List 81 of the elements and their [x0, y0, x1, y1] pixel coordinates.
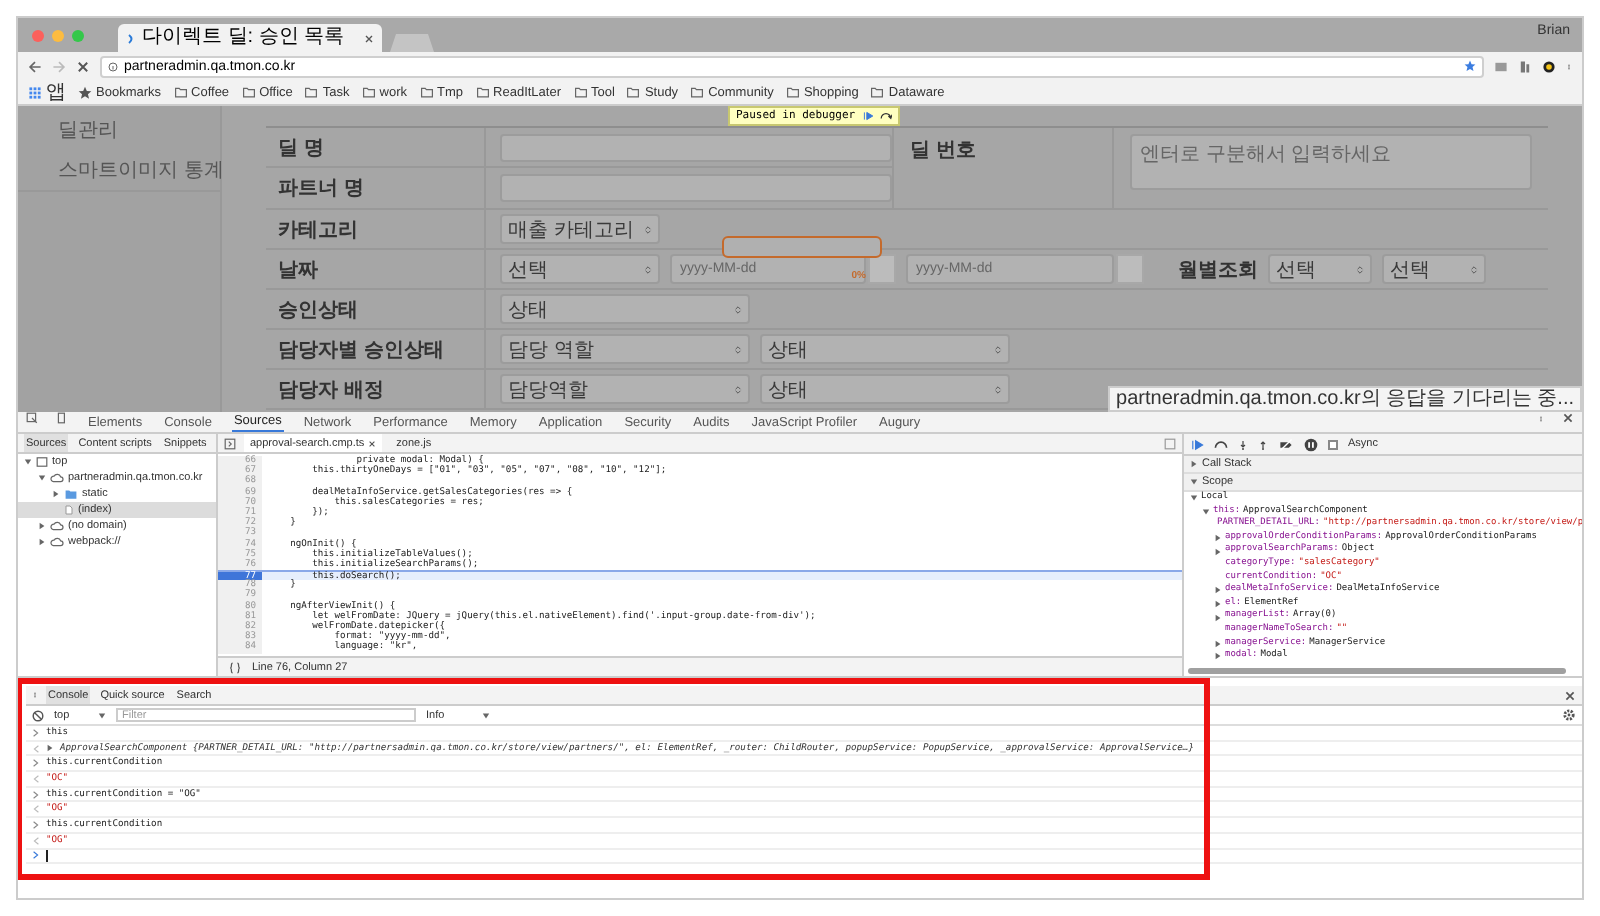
scrollbar[interactable]: [1188, 668, 1566, 674]
resume-icon[interactable]: [861, 110, 874, 122]
result-chevron-icon: [32, 804, 40, 815]
field-label: 월별조회: [1178, 257, 1258, 283]
pause-exceptions-icon[interactable]: [1304, 437, 1318, 451]
cloud-icon: [50, 472, 64, 484]
folder-icon: [361, 86, 376, 98]
input-chevron-icon: [32, 789, 40, 800]
result-chevron-icon: [32, 773, 40, 784]
input-chevron-icon: [32, 758, 40, 769]
file-icon: [64, 504, 74, 516]
select-field[interactable]: 상태: [760, 334, 1010, 364]
field-label: 딜 번호: [894, 128, 1114, 208]
select-field[interactable]: 선택: [500, 254, 660, 284]
select-field[interactable]: 매출 카테고리: [500, 214, 660, 244]
folder-icon: [690, 86, 705, 98]
folder-icon: [241, 86, 256, 98]
expand-triangle-icon[interactable]: [52, 490, 60, 498]
close-icon[interactable]: [76, 59, 90, 73]
async-checkbox[interactable]: [1328, 439, 1338, 449]
close-icon[interactable]: [1564, 689, 1576, 701]
select-field[interactable]: 선택: [1382, 254, 1486, 284]
step-into-icon[interactable]: [1238, 437, 1248, 451]
collapse-triangle-icon: [98, 711, 106, 719]
folder-icon: [173, 86, 188, 98]
settings-icon[interactable]: [1562, 708, 1576, 722]
status-tooltip: partneradmin.qa.tmon.co.kr의 응답을 기다리는 중...: [1108, 386, 1582, 412]
info-icon: [108, 61, 118, 71]
expand-triangle-icon: [1190, 460, 1198, 468]
collapse-triangle-icon: [482, 711, 490, 719]
folder-icon: [419, 86, 434, 98]
star-icon: [78, 85, 92, 99]
field-label: 파트너 명: [266, 168, 486, 208]
input-chevron-icon: [32, 727, 40, 738]
field-label: 승인상태: [266, 290, 486, 328]
frame-icon: [36, 456, 48, 468]
clear-console-icon[interactable]: [32, 709, 44, 721]
field-label: 담당자 배정: [266, 370, 486, 408]
input-chevron-icon: [32, 850, 40, 861]
folder-icon: [626, 86, 641, 98]
apps-grid-icon: [28, 85, 42, 99]
result-chevron-icon: [32, 743, 40, 754]
inspect-icon[interactable]: [26, 412, 38, 424]
select-field[interactable]: 상태: [500, 294, 750, 324]
close-icon[interactable]: [368, 439, 377, 447]
field-label: 딜 명: [266, 128, 486, 166]
panel-toggle-icon[interactable]: [1164, 437, 1176, 449]
select-field[interactable]: 상태: [760, 374, 1010, 404]
input-chevron-icon: [32, 819, 40, 830]
resume-icon[interactable]: [1190, 437, 1204, 451]
field-label: 날짜: [266, 250, 486, 288]
field-label: 담당자별 승인상태: [266, 330, 486, 368]
device-icon[interactable]: [56, 412, 68, 424]
folder-icon: [573, 86, 587, 98]
select-field[interactable]: 담당역할: [500, 374, 750, 404]
bookmark-star-icon[interactable]: [1464, 60, 1476, 72]
browser-tab[interactable]: 다이렉트 딜: 승인 목록: [118, 24, 382, 52]
folder-icon: [304, 86, 319, 98]
expand-triangle-icon[interactable]: [46, 744, 54, 753]
extension-icon[interactable]: [1542, 59, 1556, 73]
select-field[interactable]: 담당 역할: [500, 334, 750, 364]
tab-favicon-icon: [126, 31, 136, 45]
close-icon[interactable]: [364, 33, 374, 43]
text-field[interactable]: [500, 133, 892, 161]
sidebar-toggle-icon[interactable]: [224, 437, 236, 449]
folder-icon: [475, 86, 490, 98]
select-field[interactable]: 선택: [1268, 254, 1372, 284]
step-over-icon[interactable]: [1214, 437, 1228, 451]
folder-icon: [870, 86, 885, 98]
field-label: 카테고리: [266, 210, 486, 248]
step-out-icon[interactable]: [1258, 437, 1268, 451]
window-controls-icon: [30, 27, 90, 43]
text-field[interactable]: [500, 174, 892, 202]
close-icon[interactable]: [1562, 412, 1574, 424]
step-over-icon[interactable]: [879, 110, 892, 122]
result-chevron-icon: [32, 835, 40, 846]
deactivate-breakpoints-icon[interactable]: [1278, 437, 1294, 451]
bookmark-item[interactable]: 앱: [28, 78, 66, 106]
folder-icon: [785, 86, 800, 98]
back-arrow-icon[interactable]: [28, 59, 42, 73]
braces-icon[interactable]: [228, 661, 242, 673]
